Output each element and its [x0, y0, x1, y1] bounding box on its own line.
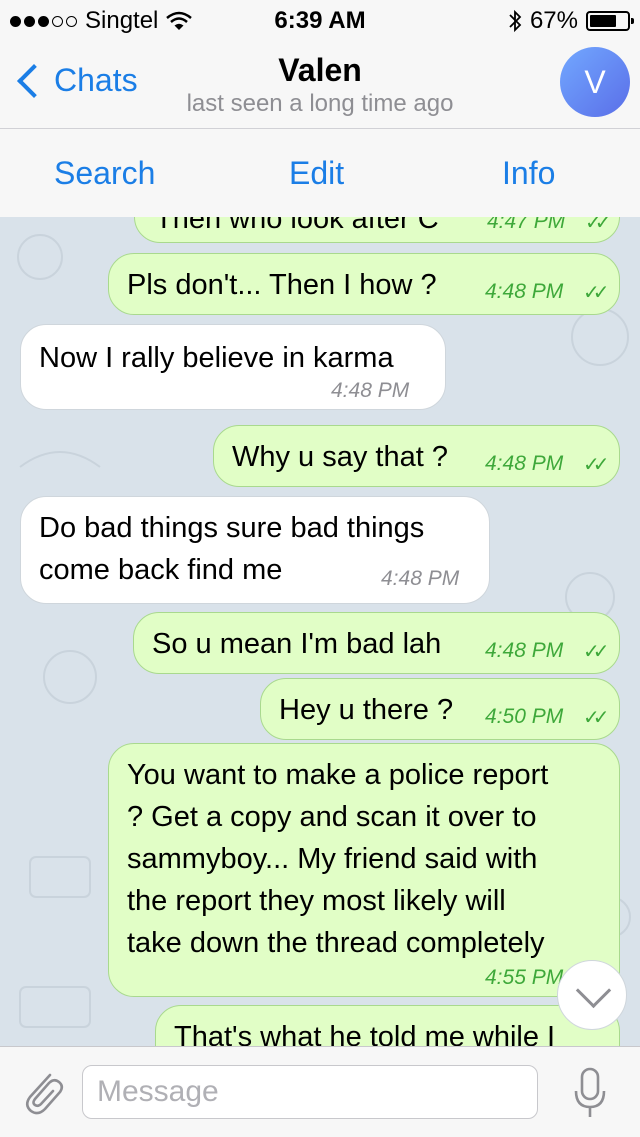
message-text: Now I rally believe in karma: [39, 342, 394, 374]
status-bar: Singtel 6:39 AM 67%: [0, 0, 640, 40]
message-text: Pls don't... Then I how ?: [127, 269, 437, 301]
message-bubble-outgoing[interactable]: So u mean I'm bad lah 4:48 PM ✓✓: [133, 612, 620, 674]
scroll-to-bottom-button[interactable]: [557, 960, 627, 1030]
message-text-line-3: sammyboy... My friend said with: [127, 843, 538, 875]
microphone-icon[interactable]: [570, 1063, 610, 1123]
message-text: That's what he told me while I: [174, 1021, 556, 1046]
message-bubble-outgoing[interactable]: You want to make a police report ? Get a…: [108, 743, 620, 997]
attach-icon[interactable]: [18, 1065, 66, 1119]
message-text-line-2: ? Get a copy and scan it over to: [127, 801, 537, 833]
message-text: Hey u there ?: [279, 694, 454, 726]
message-bubble-outgoing[interactable]: That's what he told me while I: [155, 1005, 620, 1046]
status-right: 67%: [508, 7, 634, 35]
message-bubble-outgoing[interactable]: Hey u there ? 4:50 PM ✓✓: [260, 678, 620, 740]
message-input[interactable]: [95, 1074, 519, 1110]
message-time: 4:47 PM: [487, 217, 566, 233]
message-bubble-outgoing[interactable]: Why u say that ? 4:48 PM ✓✓: [213, 425, 620, 487]
read-receipt-icon: ✓✓: [583, 707, 609, 729]
message-bubble-incoming[interactable]: Now I rally believe in karma 4:48 PM: [20, 324, 446, 410]
bluetooth-icon: [509, 9, 522, 33]
message-text: Why u say that ?: [232, 441, 448, 473]
message-list[interactable]: Then who look after C 4:47 PM ✓✓ Pls don…: [0, 217, 640, 1046]
read-receipt-icon: ✓✓: [583, 282, 609, 304]
search-button[interactable]: Search: [54, 155, 155, 192]
read-receipt-icon: ✓✓: [583, 641, 609, 663]
read-receipt-icon: ✓✓: [585, 217, 611, 234]
nav-bar: Chats Valen last seen a long time ago V: [0, 40, 640, 128]
battery-icon: [586, 11, 634, 31]
message-text-line-1: Do bad things sure bad things: [39, 512, 425, 544]
avatar[interactable]: V: [560, 47, 630, 117]
battery-percent: 67%: [529, 7, 578, 34]
message-text-line-5: take down the thread completely: [127, 927, 545, 959]
message-time: 4:48 PM: [485, 452, 564, 475]
read-receipt-icon: ✓✓: [583, 454, 609, 476]
message-text-line-1: You want to make a police report: [127, 759, 549, 791]
info-button[interactable]: Info: [502, 155, 555, 192]
message-time: 4:55 PM: [485, 966, 564, 989]
message-bubble-outgoing[interactable]: Pls don't... Then I how ? 4:48 PM ✓✓: [108, 253, 620, 315]
message-time: 4:48 PM: [331, 379, 410, 402]
message-time: 4:48 PM: [485, 639, 564, 662]
message-text-line-2: come back find me: [39, 554, 283, 586]
action-bar: Search Edit Info: [0, 128, 640, 218]
message-time: 4:48 PM: [485, 280, 564, 303]
message-bubble-outgoing[interactable]: Then who look after C 4:47 PM ✓✓: [134, 217, 620, 243]
message-text-line-4: the report they most likely will: [127, 885, 506, 917]
message-bubble-incoming[interactable]: Do bad things sure bad things come back …: [20, 496, 490, 604]
message-text: Then who look after C: [155, 217, 439, 235]
message-input-bar: [0, 1046, 640, 1137]
message-text: So u mean I'm bad lah: [152, 628, 442, 660]
message-field[interactable]: [82, 1065, 538, 1119]
edit-button[interactable]: Edit: [289, 155, 344, 192]
message-time: 4:50 PM: [485, 705, 564, 728]
last-seen-status: last seen a long time ago: [186, 90, 454, 117]
chat-title: Valen: [278, 52, 362, 88]
message-time: 4:48 PM: [381, 567, 460, 590]
chevron-down-icon: [575, 972, 612, 1009]
